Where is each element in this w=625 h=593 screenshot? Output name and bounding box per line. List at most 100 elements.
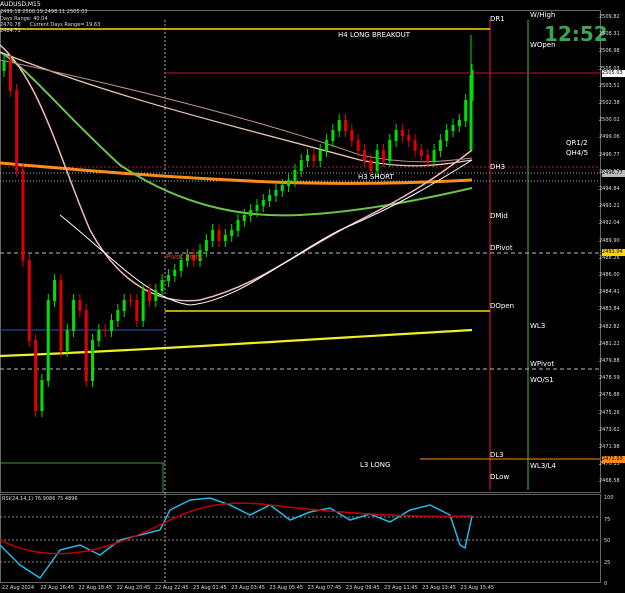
- price-scale-label: 2506.98: [599, 48, 620, 55]
- price-chart[interactable]: [0, 0, 625, 593]
- price-scale-label: 2489.90: [599, 237, 620, 244]
- candle-body: [413, 140, 417, 151]
- candle-body: [362, 150, 366, 161]
- time-scale-label: 22 Aug 20:45: [116, 585, 151, 591]
- candle-body: [97, 330, 101, 341]
- candle-body: [84, 310, 88, 381]
- rsi-scale-label: 0: [604, 581, 608, 587]
- candle-body: [34, 340, 38, 411]
- candle-body: [154, 290, 158, 301]
- price-scale-label: 2502.38: [599, 100, 620, 106]
- rsi-scale-label: 100: [604, 495, 614, 501]
- dlow-label: DLow: [490, 473, 510, 481]
- price-scale-label: 2482.82: [599, 323, 620, 330]
- candle-body: [122, 300, 126, 311]
- candle-body: [15, 90, 19, 171]
- dopen-label: DOpen: [490, 302, 515, 310]
- candle-body: [147, 290, 151, 301]
- candle-body: [204, 240, 208, 251]
- rsi-scale-label: 25: [604, 559, 611, 566]
- yellow-ma: [0, 328, 473, 358]
- dl-price-tag: 2472.93: [602, 456, 625, 463]
- candle-body: [331, 130, 335, 141]
- candle-body: [400, 130, 404, 136]
- wl3-label: WL3: [530, 322, 546, 330]
- current-price-tag: 2505.03: [602, 70, 625, 77]
- h4-long-breakout-label: H4 LONG BREAKOUT: [338, 31, 410, 39]
- current-days-range: Current Days Range= 19.63: [30, 22, 101, 28]
- pink-ma-mid: [0, 59, 473, 163]
- dpivot-price-tag: 2493.04: [602, 249, 625, 256]
- candle-body: [236, 220, 240, 231]
- candle-body: [356, 140, 360, 151]
- candle-body: [65, 330, 69, 351]
- candle-body: [53, 280, 57, 301]
- time-scale-label: 23 Aug 07:45: [307, 585, 342, 591]
- candle-body: [426, 155, 430, 161]
- wl3-l4-label: WL3/L4: [530, 462, 556, 470]
- last-candle-body: [469, 75, 473, 150]
- time-scale-label: 22 Aug 2024: [2, 585, 35, 591]
- price-scale-label: 2481.22: [599, 340, 620, 347]
- candle-body: [211, 230, 215, 241]
- candle-body: [318, 150, 322, 161]
- candle-body: [274, 190, 278, 196]
- price-scale-label: 2468.58: [599, 478, 620, 485]
- candle-body: [432, 150, 436, 161]
- price-scale-label: 2479.88: [599, 358, 620, 364]
- candle-body: [344, 120, 348, 131]
- time-scale-label: 23 Aug 11:45: [384, 585, 418, 591]
- time-scale-label: 23 Aug 13:45: [422, 585, 456, 591]
- chart-window[interactable]: AUDUSD,M15 2499.18 2500.19 2498.11 2505.…: [0, 0, 625, 593]
- w-high-label: W/High: [530, 11, 556, 19]
- candle-body: [110, 320, 114, 331]
- price-scale-label: 2478.59: [599, 375, 620, 382]
- candle-body: [135, 300, 139, 321]
- candle-body: [173, 270, 177, 276]
- candle-body: [128, 300, 132, 301]
- chart-title: AUDUSD,M15: [0, 0, 41, 9]
- price-scale-label: 2496.77: [599, 151, 620, 158]
- candle-body: [249, 210, 253, 216]
- rsi-scale-label: 75: [604, 516, 611, 523]
- candle-body: [337, 120, 341, 131]
- price-scale-label: 2492.04: [599, 220, 620, 227]
- candle-body: [255, 205, 259, 211]
- time-scale-label: 23 Aug 09:45: [345, 585, 380, 591]
- candle-body: [230, 230, 234, 236]
- dl3-label: DL3: [490, 451, 504, 459]
- candle-body: [103, 330, 107, 331]
- candle-body: [451, 125, 455, 131]
- candle-body: [72, 300, 76, 331]
- candle-body: [375, 150, 379, 171]
- wo-s1-label: WO/S1: [530, 376, 554, 384]
- candle-body: [464, 100, 468, 121]
- dh3-label: DH3: [490, 163, 506, 171]
- candle-body: [27, 260, 31, 341]
- symbol-label: AUDUSD,M15: [0, 1, 41, 8]
- candle-body: [268, 195, 272, 201]
- pivot-point-label: Pivot Point: [166, 253, 203, 261]
- candle-body: [381, 150, 385, 161]
- candle-body: [312, 155, 316, 161]
- candle-body: [46, 300, 50, 381]
- info-value-b: 2484.71: [0, 28, 21, 34]
- candle-body: [325, 140, 329, 151]
- candle-body: [287, 180, 291, 186]
- price-scale-label: 2475.26: [599, 409, 620, 416]
- price-scale-label: 2493.21: [599, 203, 620, 210]
- pink-ma-fast: [0, 44, 473, 302]
- time-scale-label: 23 Aug 05:45: [269, 585, 304, 591]
- dmid-label: DMid: [490, 212, 508, 220]
- time-scale-label: 22 Aug 16:45: [40, 585, 74, 591]
- time-scale-label: 23 Aug 03:45: [231, 585, 265, 591]
- price-scale-label: 2503.51: [599, 82, 620, 89]
- dr-price-tag: 2496.77: [602, 170, 625, 177]
- candle-body: [141, 290, 145, 321]
- dpivot-label: DPivot: [490, 244, 513, 252]
- candle-body: [78, 300, 82, 311]
- price-scale-label: 2494.84: [599, 186, 620, 192]
- wopen-label: WOpen: [530, 41, 556, 49]
- candle-body: [2, 60, 6, 71]
- l3-long-label: L3 LONG: [360, 461, 391, 469]
